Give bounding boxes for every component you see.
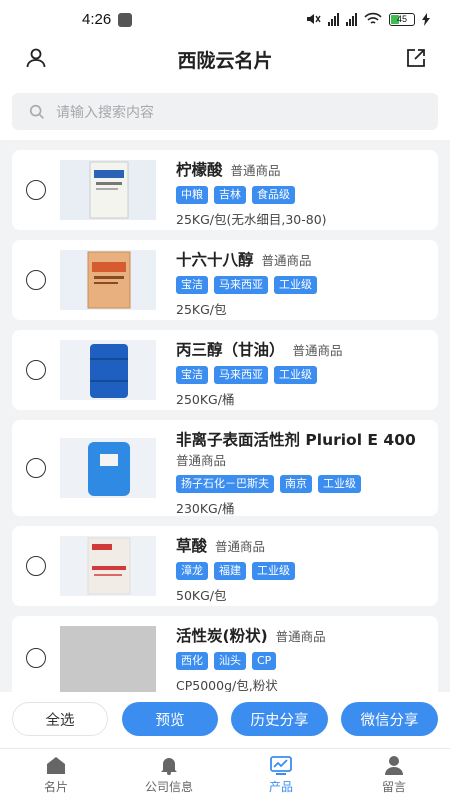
- product-type: 普通商品: [215, 539, 266, 554]
- tab-label: 名片: [43, 780, 68, 794]
- select-radio[interactable]: [26, 556, 46, 576]
- product-name: 草酸: [176, 537, 208, 555]
- product-image[interactable]: [60, 438, 156, 498]
- select-radio[interactable]: [26, 180, 46, 200]
- region-tag: 南京: [280, 475, 312, 493]
- signal-icon-2: [346, 12, 357, 26]
- preview-button[interactable]: 预览: [122, 702, 218, 736]
- chart-icon: [270, 756, 292, 775]
- select-radio[interactable]: [26, 648, 46, 668]
- region-tag: 马来西亚: [214, 276, 268, 294]
- select-radio[interactable]: [26, 458, 46, 478]
- product-type: 普通商品: [176, 453, 227, 468]
- product-name: 丙三醇（甘油）: [176, 341, 285, 359]
- wifi-icon: [364, 12, 382, 24]
- search-bar-container: 请输入搜索内容: [0, 82, 450, 140]
- tab-label: 留言: [381, 780, 406, 794]
- action-bar: 全选 预览 历史分享 微信分享: [0, 692, 450, 748]
- grade-tag: 工业级: [274, 366, 317, 384]
- brand-tag: 宝洁: [176, 276, 208, 294]
- battery-level: 45: [396, 13, 407, 24]
- product-name: 活性炭(粉状): [176, 627, 268, 645]
- bottom-tab-bar: 名片 公司信息 产品 留言: [0, 748, 450, 800]
- product-type: 普通商品: [292, 343, 343, 358]
- product-image[interactable]: [60, 626, 156, 692]
- product-name: 柠檬酸: [176, 161, 223, 179]
- region-tag: 福建: [214, 562, 246, 580]
- product-image[interactable]: [60, 340, 156, 400]
- tab-products[interactable]: 产品: [246, 755, 316, 795]
- share-icon[interactable]: [404, 46, 428, 70]
- grade-tag: 食品级: [252, 186, 295, 204]
- product-type: 普通商品: [230, 163, 281, 178]
- region-tag: 吉林: [214, 186, 246, 204]
- brand-tag: 中粮: [176, 186, 208, 204]
- product-name: 非离子表面活性剂 Pluriol E 400: [176, 431, 416, 449]
- tab-label: 产品: [268, 780, 293, 794]
- grade-tag: 工业级: [318, 475, 361, 493]
- region-tag: 汕头: [214, 652, 246, 670]
- product-spec: 25KG/包: [176, 302, 227, 317]
- product-card[interactable]: 活性炭(粉状) 普通商品 西化 汕头 CP CP5000g/包,粉状: [12, 616, 438, 692]
- grade-tag: 工业级: [252, 562, 295, 580]
- tab-card[interactable]: 名片: [21, 755, 91, 795]
- status-bar: 4:26 45: [0, 0, 450, 40]
- search-placeholder: 请输入搜索内容: [56, 104, 154, 121]
- brand-tag: 扬子石化－巴斯夫: [176, 475, 274, 493]
- mute-icon: [307, 14, 321, 24]
- product-spec: CP5000g/包,粉状: [176, 678, 278, 692]
- tab-label: 公司信息: [144, 780, 193, 794]
- app-header: 西陇云名片: [0, 40, 450, 82]
- status-time: 4:26: [82, 11, 112, 28]
- region-tag: 马来西亚: [214, 366, 268, 384]
- grade-tag: CP: [252, 652, 277, 670]
- select-radio[interactable]: [26, 270, 46, 290]
- product-image[interactable]: [60, 536, 156, 596]
- search-input[interactable]: 请输入搜索内容: [12, 93, 438, 130]
- product-image[interactable]: [60, 250, 156, 310]
- product-list: 柠檬酸 普通商品 中粮 吉林 食品级 25KG/包(无水细目,30-80) 十六…: [0, 140, 450, 692]
- person-icon: [385, 756, 403, 775]
- product-type: 普通商品: [261, 253, 312, 268]
- product-card[interactable]: 草酸 普通商品 漳龙 福建 工业级 50KG/包: [12, 526, 438, 606]
- product-card[interactable]: 丙三醇（甘油） 普通商品 宝洁 马来西亚 工业级 250KG/桶: [12, 330, 438, 410]
- page-title: 西陇云名片: [177, 50, 273, 72]
- product-spec: 25KG/包(无水细目,30-80): [176, 212, 327, 227]
- select-radio[interactable]: [26, 360, 46, 380]
- product-image[interactable]: [60, 160, 156, 220]
- status-indicators: 45: [305, 12, 430, 26]
- tab-company-info[interactable]: 公司信息: [134, 755, 204, 795]
- select-all-button[interactable]: 全选: [12, 702, 108, 736]
- search-icon: [29, 104, 44, 119]
- product-type: 普通商品: [275, 629, 326, 644]
- grade-tag: 工业级: [274, 276, 317, 294]
- product-card[interactable]: 非离子表面活性剂 Pluriol E 400 普通商品 扬子石化－巴斯夫 南京 …: [12, 420, 438, 516]
- brand-tag: 西化: [176, 652, 208, 670]
- product-name: 十六十八醇: [176, 251, 254, 269]
- product-spec: 250KG/桶: [176, 392, 235, 407]
- bell-icon: [161, 758, 177, 775]
- charging-icon: [422, 12, 430, 26]
- history-share-button[interactable]: 历史分享: [231, 702, 328, 736]
- product-card[interactable]: 十六十八醇 普通商品 宝洁 马来西亚 工业级 25KG/包: [12, 240, 438, 320]
- notification-icon: [118, 13, 132, 27]
- product-spec: 50KG/包: [176, 588, 227, 603]
- product-spec: 230KG/桶: [176, 501, 235, 516]
- product-card[interactable]: 柠檬酸 普通商品 中粮 吉林 食品级 25KG/包(无水细目,30-80): [12, 150, 438, 230]
- wechat-share-button[interactable]: 微信分享: [341, 702, 438, 736]
- tab-messages[interactable]: 留言: [359, 755, 429, 795]
- brand-tag: 漳龙: [176, 562, 208, 580]
- signal-icon: [328, 12, 339, 26]
- home-icon: [47, 757, 65, 774]
- brand-tag: 宝洁: [176, 366, 208, 384]
- battery-icon: 45: [389, 12, 415, 26]
